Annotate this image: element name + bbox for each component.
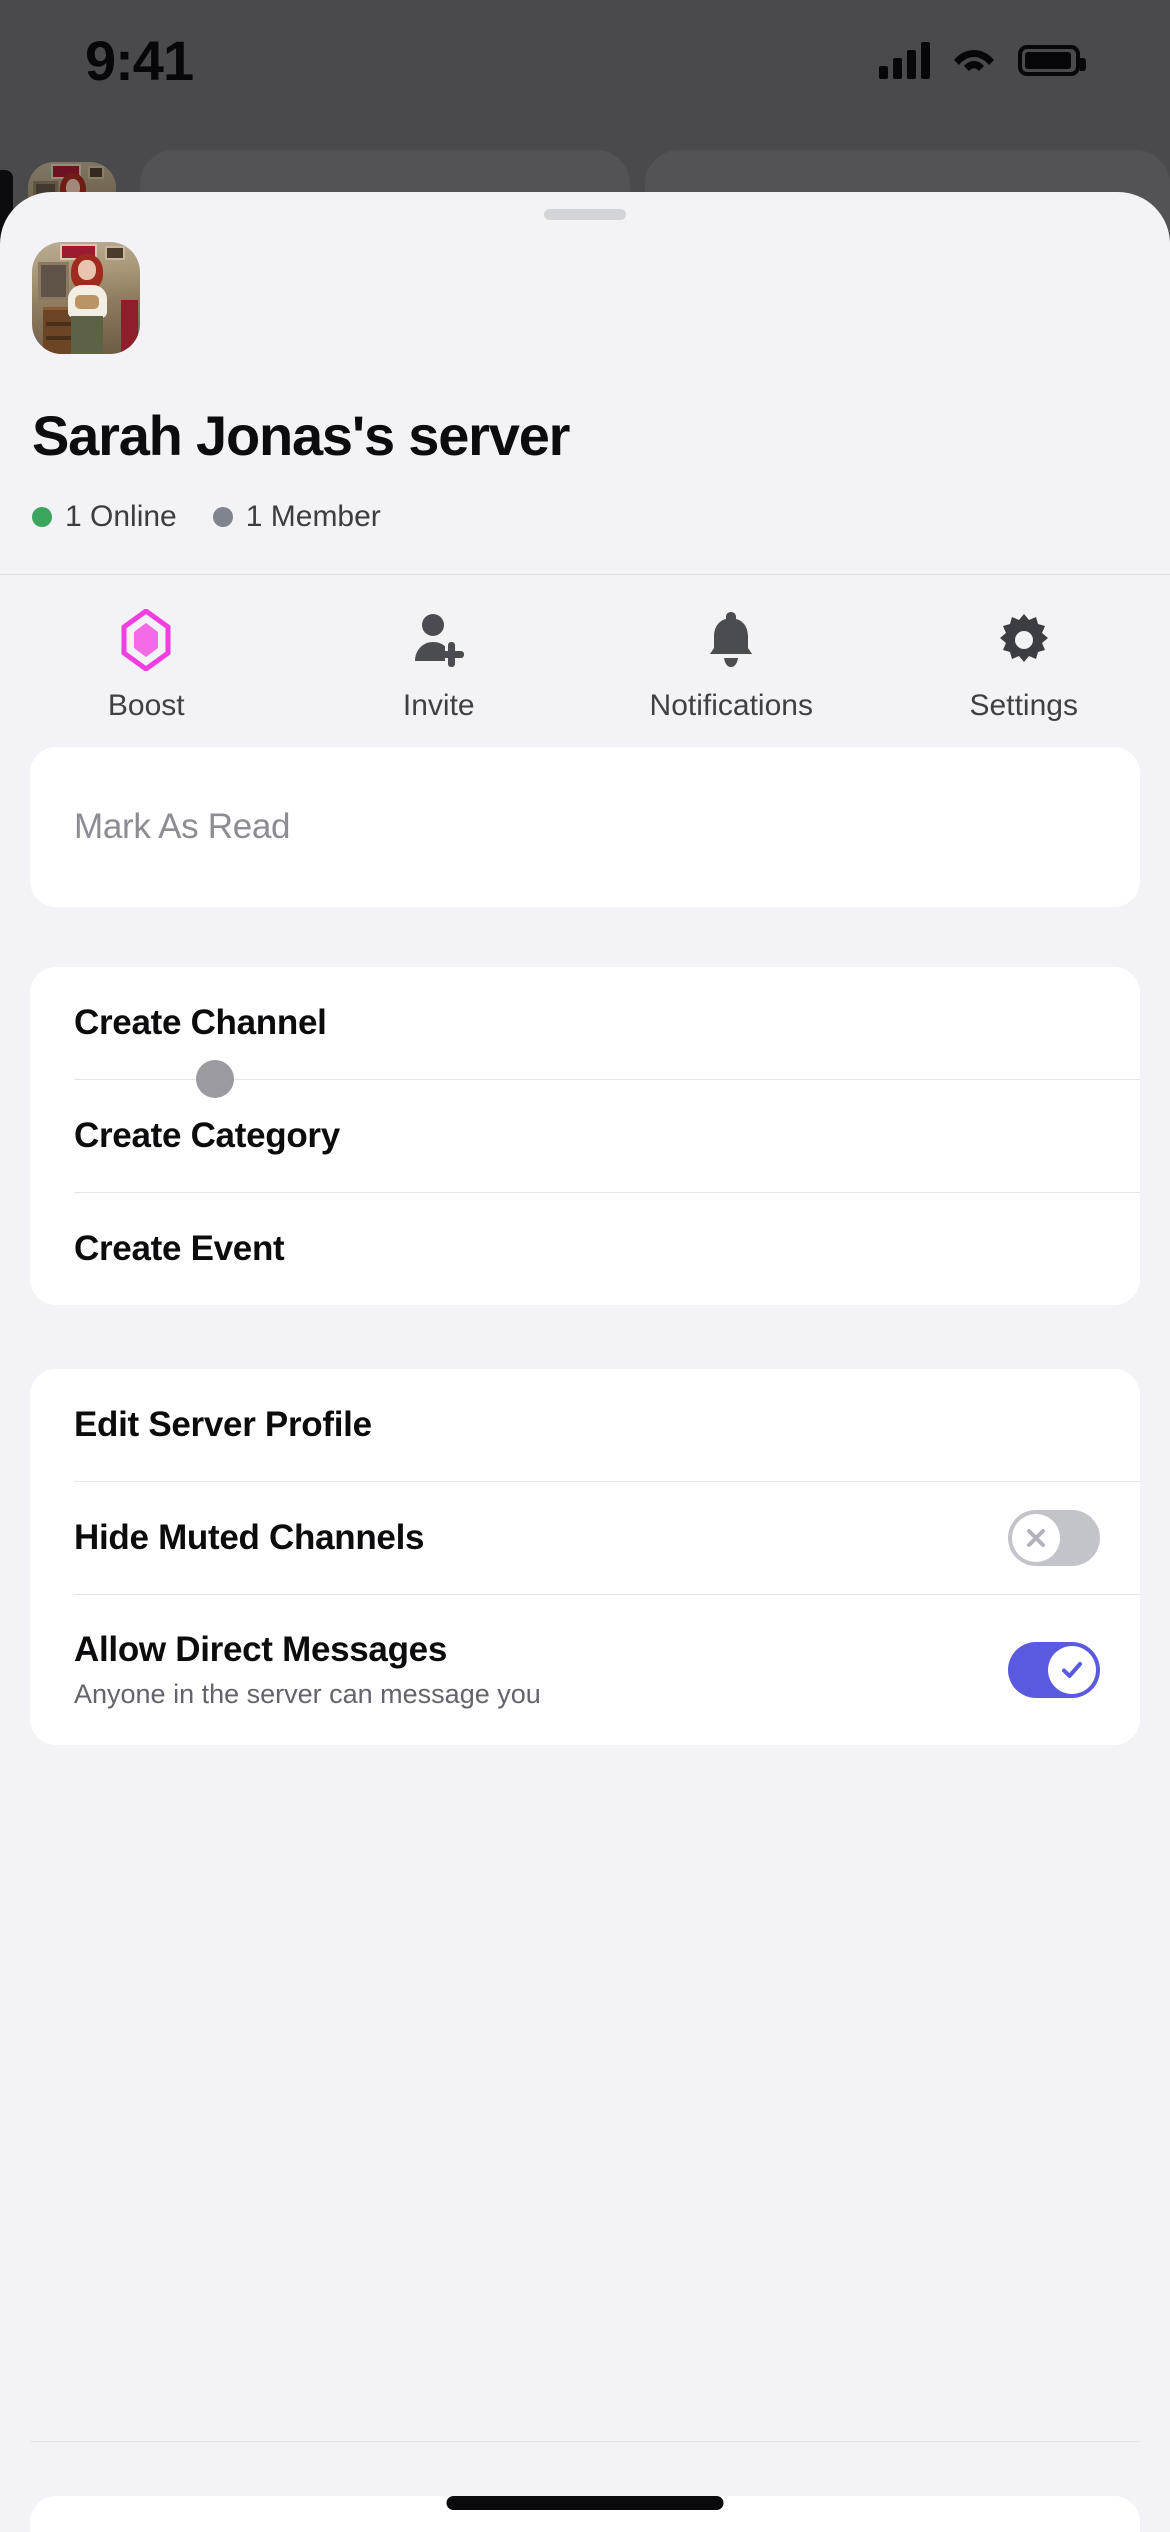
online-status-dot [32,507,52,527]
create-channel-label: Create Channel [74,1003,327,1042]
phone-screen: 9:41 Sarah Jonas's server 1 Online 1 Mem… [0,0,1170,2532]
close-x-icon [1012,1514,1060,1562]
allow-direct-messages-sublabel: Anyone in the server can message you [74,1679,541,1709]
edit-server-profile-row[interactable]: Edit Server Profile [30,1369,1140,1481]
action-shortcuts-row: Boost Invite Notifications Settings [0,575,1170,747]
mark-as-read-card: Mark As Read [30,747,1140,907]
server-settings-card: Edit Server Profile Hide Muted Channels … [30,1369,1140,1745]
allow-direct-messages-label: Allow Direct Messages [74,1630,448,1669]
checkmark-icon [1048,1646,1096,1694]
person-add-icon [410,609,468,671]
hide-muted-channels-toggle[interactable] [1008,1510,1100,1566]
member-count-label: 1 Member [245,500,381,533]
hide-muted-channels-label: Hide Muted Channels [74,1518,425,1557]
online-count: 1 Online [32,500,177,534]
hide-muted-channels-row[interactable]: Hide Muted Channels [30,1482,1140,1594]
member-count: 1 Member [212,500,381,534]
boost-gem-icon [120,609,172,671]
mark-as-read-label: Mark As Read [74,807,291,846]
server-options-sheet: Sarah Jonas's server 1 Online 1 Member B… [0,192,1170,2532]
settings-button[interactable]: Settings [878,609,1170,723]
create-channel-row[interactable]: Create Channel [30,967,1140,1079]
online-count-label: 1 Online [65,500,177,533]
edit-server-profile-label: Edit Server Profile [74,1405,372,1444]
allow-direct-messages-row[interactable]: Allow Direct Messages Anyone in the serv… [30,1595,1140,1745]
boost-label: Boost [107,689,185,722]
settings-label: Settings [969,689,1078,722]
drag-handle-icon[interactable] [544,209,626,220]
create-event-row[interactable]: Create Event [30,1193,1140,1305]
home-indicator-bar [446,2496,724,2510]
server-avatar[interactable] [32,242,140,354]
gear-icon [995,609,1053,671]
notifications-button[interactable]: Notifications [585,609,878,723]
bottom-divider [30,2441,1140,2442]
notifications-label: Notifications [649,689,813,722]
member-status-dot [212,507,233,527]
invite-button[interactable]: Invite [293,609,586,723]
create-category-label: Create Category [74,1116,340,1155]
bell-icon [705,609,757,671]
create-category-row[interactable]: Create Category [30,1080,1140,1192]
mark-as-read-row[interactable]: Mark As Read [30,747,1140,907]
page-title: Sarah Jonas's server [32,404,570,467]
invite-label: Invite [402,689,475,722]
allow-direct-messages-toggle[interactable] [1008,1642,1100,1698]
create-options-card: Create Channel Create Category Create Ev… [30,967,1140,1305]
presence-row: 1 Online 1 Member [32,500,1170,534]
create-event-label: Create Event [74,1229,285,1268]
boost-button[interactable]: Boost [0,609,293,723]
